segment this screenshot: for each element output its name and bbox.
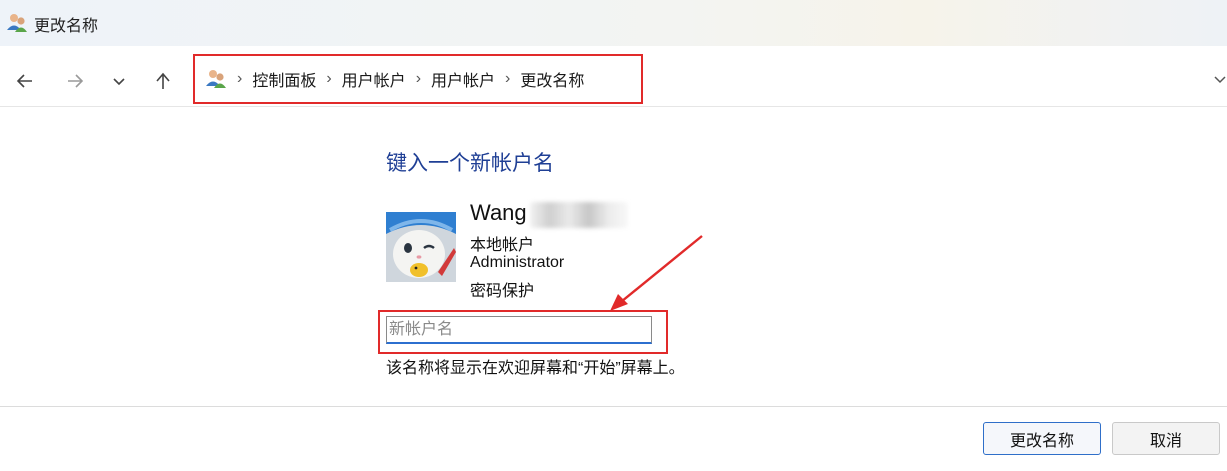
account-protection: 密码保护 (470, 283, 535, 300)
chevron-down-icon (113, 78, 125, 86)
breadcrumb-separator: › (505, 70, 511, 87)
forward-button[interactable] (62, 68, 88, 94)
address-dropdown-icon[interactable] (1213, 70, 1227, 90)
title-bar: 更改名称 (0, 0, 1227, 46)
breadcrumb[interactable]: › 控制面板 › 用户帐户 › 用户帐户 › 更改名称 (193, 54, 643, 104)
new-account-name-input[interactable] (386, 316, 652, 344)
account-name: Wang (470, 200, 527, 225)
annotation-arrow (610, 235, 703, 311)
redaction-blur (530, 202, 628, 228)
account-type: 本地帐户 (470, 237, 535, 254)
users-icon (7, 14, 27, 32)
change-name-button[interactable]: 更改名称 (983, 422, 1101, 455)
breadcrumb-item-change-name[interactable]: 更改名称 (520, 67, 584, 91)
breadcrumb-separator: › (237, 70, 243, 87)
breadcrumb-separator: › (415, 70, 422, 87)
breadcrumb-separator: › (326, 70, 332, 87)
back-button[interactable] (12, 68, 38, 94)
up-arrow-icon (156, 72, 170, 89)
footer-divider (0, 406, 1227, 407)
cancel-button[interactable]: 取消 (1112, 422, 1220, 455)
hint-text: 该名称将显示在欢迎屏幕和“开始”屏幕上。 (386, 360, 685, 377)
breadcrumb-item-user-accounts-sub[interactable]: 用户帐户 (431, 67, 495, 91)
breadcrumb-item-control-panel[interactable]: 控制面板 (252, 67, 316, 91)
forward-arrow-icon (68, 74, 84, 88)
window-title: 更改名称 (34, 18, 99, 35)
up-button[interactable] (150, 68, 176, 94)
recent-locations-button[interactable] (106, 68, 132, 94)
users-icon (206, 70, 226, 88)
back-arrow-icon (16, 74, 32, 88)
breadcrumb-item-user-accounts[interactable]: 用户帐户 (342, 67, 406, 91)
account-role: Administrator (470, 254, 565, 271)
page-heading: 键入一个新帐户名 (386, 152, 554, 175)
account-avatar (386, 212, 456, 282)
